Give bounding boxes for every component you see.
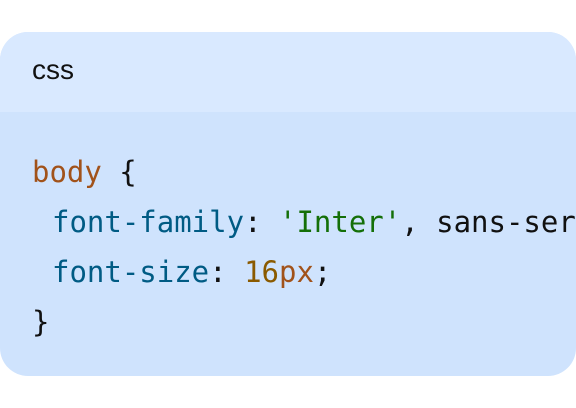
code-block-card: css body { font-family: 'Inter', sans-se… [0,32,576,376]
code-block-header: css [0,32,576,112]
close-brace: } [32,305,50,339]
code-line-3: font-size: 16px; [32,247,576,297]
code-body: body { font-family: 'Inter', sans-serif;… [0,112,576,376]
css-selector: body [32,155,102,189]
font-size-number: 16 [244,255,279,289]
language-label: css [32,54,74,85]
property-colon: : [244,205,279,239]
font-family-string-value: 'Inter' [278,205,402,239]
font-family-fallback: , sans-serif; [401,205,576,239]
property-font-size: font-size [52,255,210,289]
property-colon: : [209,255,245,289]
open-brace: { [101,155,137,189]
code-line-4: } [32,297,576,347]
code-line-2: font-family: 'Inter', sans-serif; [32,197,576,247]
semicolon: ; [313,255,332,289]
code-line-1: body { [32,147,576,197]
font-size-unit: px [278,255,314,289]
property-font-family: font-family [52,205,245,239]
